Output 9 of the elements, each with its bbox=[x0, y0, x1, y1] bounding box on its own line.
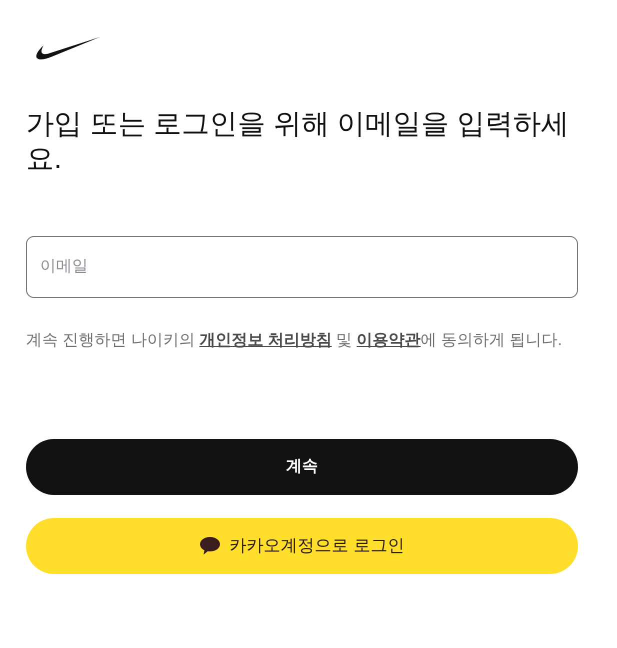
kakao-login-button[interactable]: 카카오계정으로 로그인 bbox=[26, 518, 578, 574]
consent-text: 계속 진행하면 나이키의 개인정보 처리방침 및 이용약관에 동의하게 됩니다. bbox=[26, 331, 564, 351]
swoosh-logo-icon[interactable] bbox=[36, 37, 100, 60]
policy-link[interactable]: 이용약관 bbox=[356, 332, 421, 349]
continue-button[interactable]: 계속 bbox=[26, 439, 578, 495]
page-heading: 가입 또는 로그인을 위해 이메일을 입력하세요. bbox=[26, 107, 570, 176]
email-field[interactable]: 이메일 bbox=[26, 236, 578, 298]
policy-link[interactable]: 개인정보 처리방침 bbox=[199, 332, 332, 349]
speech-bubble-icon bbox=[200, 537, 220, 555]
